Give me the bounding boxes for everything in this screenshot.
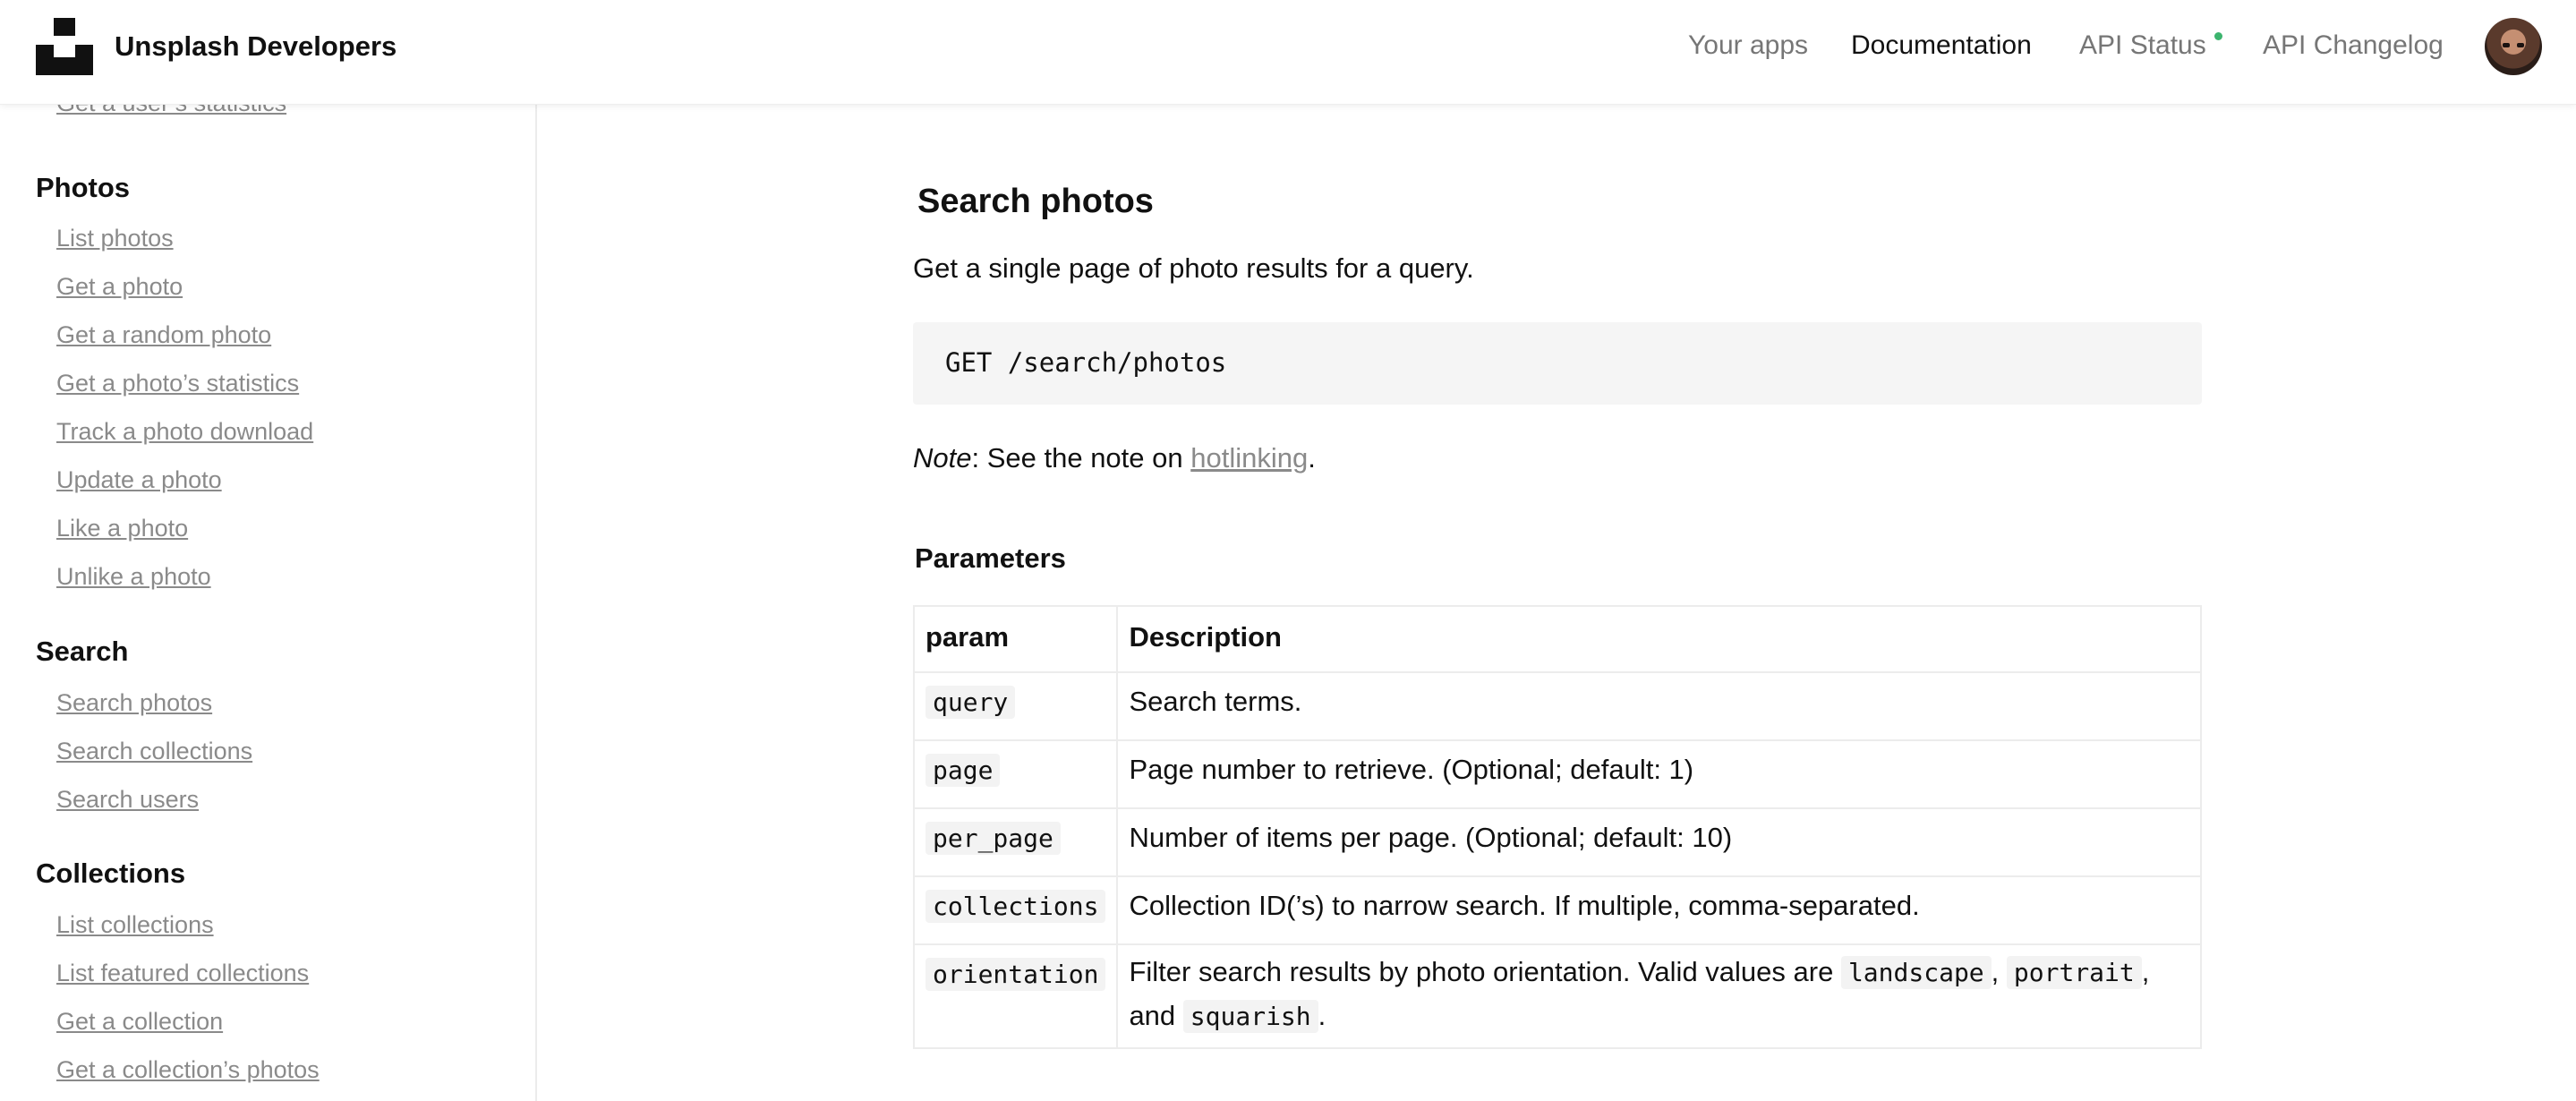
sidebar-link-get-photo[interactable]: Get a photo xyxy=(56,273,183,301)
param-cell: per_page xyxy=(912,807,1119,877)
section-title: Search photos xyxy=(917,183,1154,220)
brand-title[interactable]: Unsplash Developers xyxy=(115,30,397,63)
param-cell: query xyxy=(912,671,1119,741)
table-header-row: param Description xyxy=(912,605,2202,673)
sidebar-link-search-users[interactable]: Search users xyxy=(56,786,199,814)
param-cell: page xyxy=(912,739,1119,809)
table-row: query Search terms. xyxy=(912,671,2202,741)
sidebar-section-photos: Photos xyxy=(36,172,131,203)
description-cell: Page number to retrieve. (Optional; defa… xyxy=(1116,739,2202,809)
parameters-table: param Description query Search terms. pa… xyxy=(912,605,2202,1049)
description-cell: Search terms. xyxy=(1116,671,2202,741)
note-end: . xyxy=(1308,442,1316,474)
table-row: per_page Number of items per page. (Opti… xyxy=(912,807,2202,877)
column-header-param: param xyxy=(912,605,1119,673)
note-label: Note xyxy=(913,442,972,474)
nav-api-changelog[interactable]: API Changelog xyxy=(2263,30,2444,61)
unsplash-logo-icon[interactable] xyxy=(36,18,93,75)
description-cell: Filter search results by photo orientati… xyxy=(1116,943,2202,1049)
section-description: Get a single page of photo results for a… xyxy=(913,252,1474,284)
param-cell: orientation xyxy=(912,943,1119,1049)
param-name: per_page xyxy=(925,822,1061,855)
sidebar-link-list-photos[interactable]: List photos xyxy=(56,225,174,252)
table-row: page Page number to retrieve. (Optional;… xyxy=(912,739,2202,809)
hotlinking-link[interactable]: hotlinking xyxy=(1190,442,1308,474)
sidebar-link-search-collections[interactable]: Search collections xyxy=(56,738,252,765)
value-landscape: landscape xyxy=(1840,956,1992,989)
sidebar-link-like-photo[interactable]: Like a photo xyxy=(56,515,188,542)
value-squarish: squarish xyxy=(1182,1000,1318,1033)
sidebar-section-search: Search xyxy=(36,636,129,667)
sidebar-link-list-collections[interactable]: List collections xyxy=(56,911,214,939)
api-status-indicator-icon xyxy=(2214,32,2222,40)
sidebar-link-unlike-photo[interactable]: Unlike a photo xyxy=(56,563,211,591)
sidebar-link-featured-collections[interactable]: List featured collections xyxy=(56,960,309,987)
parameters-heading: Parameters xyxy=(915,542,1066,574)
nav-documentation[interactable]: Documentation xyxy=(1851,30,2032,61)
nav-api-status[interactable]: API Status xyxy=(2079,30,2206,61)
sidebar-section-collections: Collections xyxy=(36,858,186,889)
endpoint-text: GET /search/photos xyxy=(945,347,1227,378)
top-header: Unsplash Developers Your apps Documentat… xyxy=(0,0,2576,105)
sidebar-link-random-photo[interactable]: Get a random photo xyxy=(56,321,271,349)
description-cell: Number of items per page. (Optional; def… xyxy=(1116,807,2202,877)
sidebar-link-search-photos[interactable]: Search photos xyxy=(56,689,212,717)
hotlinking-note: Note: See the note on hotlinking. xyxy=(913,442,1316,474)
param-name: orientation xyxy=(925,958,1106,991)
sidebar-link-collection-photos[interactable]: Get a collection’s photos xyxy=(56,1056,320,1084)
sidebar-link-track-download[interactable]: Track a photo download xyxy=(56,418,313,446)
sidebar-link-photo-statistics[interactable]: Get a photo’s statistics xyxy=(56,370,299,397)
sidebar-link-get-collection[interactable]: Get a collection xyxy=(56,1008,223,1036)
param-cell: collections xyxy=(912,875,1119,945)
user-avatar[interactable] xyxy=(2485,18,2542,75)
orientation-desc-prefix: Filter search results by photo orientati… xyxy=(1129,956,1841,987)
param-name: collections xyxy=(925,890,1106,923)
sidebar-link-get-user-statistics[interactable]: Get a user’s statistics xyxy=(56,104,286,117)
sidebar-link-update-photo[interactable]: Update a photo xyxy=(56,466,222,494)
param-name: page xyxy=(925,754,1001,787)
value-portrait: portrait xyxy=(2006,956,2142,989)
value-separator: , xyxy=(1991,956,2007,987)
param-name: query xyxy=(925,686,1016,719)
description-cell: Collection ID(’s) to narrow search. If m… xyxy=(1116,875,2202,945)
table-row: collections Collection ID(’s) to narrow … xyxy=(912,875,2202,945)
table-row: orientation Filter search results by pho… xyxy=(912,943,2202,1049)
nav-your-apps[interactable]: Your apps xyxy=(1688,30,1808,61)
note-text: : See the note on xyxy=(971,442,1191,474)
orientation-desc-end: . xyxy=(1318,1000,1326,1031)
column-header-description: Description xyxy=(1116,605,2202,673)
docs-sidebar: Get a user’s statistics Photos List phot… xyxy=(0,104,537,1101)
endpoint-code-block: GET /search/photos xyxy=(913,322,2202,405)
